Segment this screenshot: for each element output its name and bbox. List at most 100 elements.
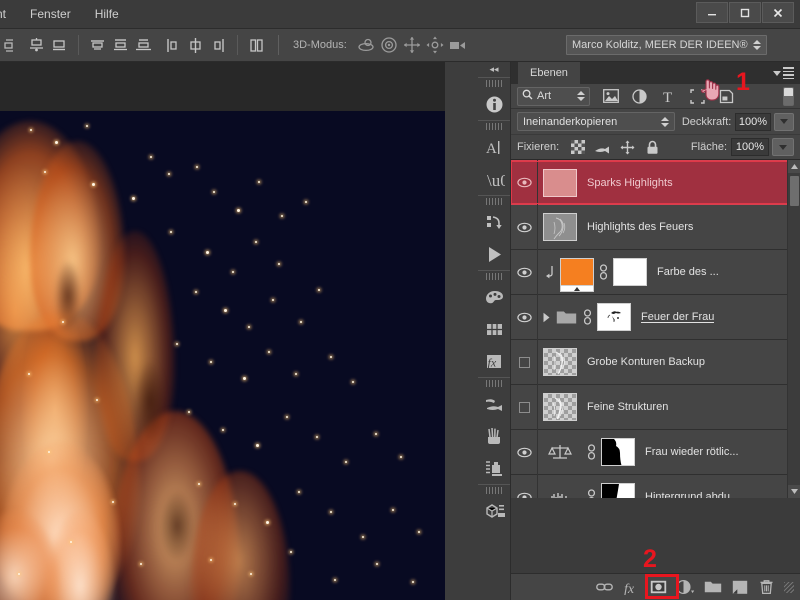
layer-name[interactable]: Highlights des Feuers [577, 221, 693, 233]
brush-panel-icon[interactable] [478, 388, 511, 420]
layer-visibility-toggle[interactable] [511, 160, 537, 205]
distribute-spacing-icon[interactable] [245, 34, 268, 57]
layer-name[interactable]: Hintergrund abdu... [635, 491, 739, 498]
dock-grip[interactable] [485, 80, 503, 87]
add-layer-mask-button[interactable] [645, 574, 672, 600]
layer-mask-thumbnail[interactable] [597, 303, 631, 331]
link-mask-icon[interactable] [582, 444, 601, 460]
filter-smartobject-icon[interactable] [718, 88, 735, 105]
table-row[interactable]: Grobe Konturen Backup [511, 339, 800, 385]
close-button[interactable] [762, 2, 794, 23]
3d-camera-icon[interactable] [447, 34, 470, 57]
layer-name[interactable]: Frau wieder rötlic... [635, 446, 739, 458]
blend-mode-select[interactable]: Ineinanderkopieren [517, 112, 675, 131]
layer-visibility-toggle[interactable] [511, 205, 537, 250]
panel-menu-icon[interactable] [773, 67, 794, 79]
fill-input[interactable]: 100% [731, 138, 769, 156]
layer-list-scrollbar[interactable] [787, 160, 800, 498]
color-panel-icon[interactable] [478, 281, 511, 313]
layer-visibility-toggle[interactable] [511, 250, 537, 295]
layer-kind-select[interactable]: Art [517, 86, 590, 106]
group-expand-arrow-icon[interactable] [538, 312, 554, 323]
table-row[interactable]: Feine Strukturen [511, 384, 800, 430]
tab-ebenen[interactable]: Ebenen [518, 62, 580, 84]
opacity-dropdown-button[interactable] [773, 112, 794, 131]
fill-dropdown-button[interactable] [772, 138, 794, 156]
distribute-left-icon[interactable] [161, 34, 184, 57]
table-row[interactable]: Feuer der Frau [511, 294, 800, 340]
align-middle-icon[interactable] [109, 34, 132, 57]
image-canvas[interactable] [0, 111, 445, 600]
styles-panel-icon[interactable]: fx [478, 345, 511, 377]
dock-collapse-button[interactable]: ◂◂ [478, 62, 510, 77]
dock-grip[interactable] [485, 123, 503, 130]
table-row[interactable]: Sparks Highlights [511, 160, 800, 205]
layer-thumbnail[interactable] [560, 258, 594, 292]
table-row[interactable]: Hintergrund abdu... [511, 474, 800, 498]
layer-visibility-toggle[interactable] [511, 385, 537, 430]
new-layer-button[interactable] [726, 574, 753, 600]
lock-transparency-icon[interactable] [568, 138, 587, 157]
lock-image-icon[interactable] [593, 138, 612, 157]
layer-name[interactable]: Feuer der Frau [631, 311, 714, 323]
levels-icon[interactable] [538, 489, 582, 498]
minimize-button[interactable] [696, 2, 728, 23]
author-preset-select[interactable]: Marco Kolditz, MEER DER IDEEN® [566, 35, 767, 55]
layer-list[interactable]: Sparks Highlights Highlights des Feuers [511, 160, 800, 498]
new-group-button[interactable] [699, 574, 726, 600]
link-mask-icon[interactable] [594, 264, 613, 280]
layer-visibility-toggle[interactable] [511, 340, 537, 385]
3d-slide-icon[interactable] [424, 34, 447, 57]
3d-orbit-icon[interactable] [355, 34, 378, 57]
distribute-right-icon[interactable] [207, 34, 230, 57]
layer-thumbnail[interactable] [543, 213, 577, 241]
scroll-down-button[interactable] [788, 485, 800, 498]
filter-pixel-icon[interactable] [602, 88, 619, 105]
paragraph-panel-icon[interactable]: \u00b6 [478, 163, 511, 195]
layer-name[interactable]: Sparks Highlights [577, 177, 673, 189]
dock-grip[interactable] [485, 198, 503, 205]
delete-layer-button[interactable] [753, 574, 780, 600]
maximize-button[interactable] [729, 2, 761, 23]
align-bottom-icon[interactable] [25, 34, 48, 57]
table-row[interactable]: Frau wieder rötlic... [511, 429, 800, 475]
opacity-input[interactable]: 100% [735, 112, 771, 131]
menu-item-hilfe[interactable]: Hilfe [83, 0, 131, 29]
dock-grip[interactable] [485, 487, 503, 494]
info-panel-icon[interactable] [478, 88, 511, 120]
actions-panel-icon[interactable] [478, 238, 511, 270]
dock-grip[interactable] [485, 380, 503, 387]
layer-mask-thumbnail[interactable] [613, 258, 647, 286]
scrollbar-thumb[interactable] [790, 176, 799, 206]
3d-pan-icon[interactable] [401, 34, 424, 57]
layer-visibility-toggle[interactable] [511, 430, 537, 475]
table-row[interactable]: Farbe des ... [511, 249, 800, 295]
link-mask-icon[interactable] [582, 489, 601, 498]
layer-name[interactable]: Feine Strukturen [577, 401, 668, 413]
panel-resize-grip[interactable] [784, 581, 794, 593]
link-layers-button[interactable] [591, 574, 618, 600]
layer-thumbnail[interactable] [543, 393, 577, 421]
dock-grip[interactable] [485, 273, 503, 280]
layer-thumbnail[interactable] [543, 348, 577, 376]
layer-mask-thumbnail[interactable] [601, 483, 635, 498]
lock-position-icon[interactable] [618, 138, 637, 157]
menu-item-fenster[interactable]: Fenster [18, 0, 83, 29]
layer-name[interactable]: Farbe des ... [647, 266, 719, 278]
color-balance-icon[interactable] [538, 443, 582, 461]
align-top-edges-icon[interactable] [48, 34, 71, 57]
menu-item-0[interactable]: nt [0, 0, 18, 29]
link-mask-icon[interactable] [578, 309, 597, 325]
layer-thumbnail[interactable] [543, 168, 577, 197]
filter-adjustment-icon[interactable] [631, 88, 648, 105]
brush-presets-panel-icon[interactable] [478, 420, 511, 452]
character-panel-icon[interactable]: A [478, 131, 511, 163]
layer-mask-thumbnail[interactable] [601, 438, 635, 466]
clone-source-panel-icon[interactable] [478, 452, 511, 484]
distribute-center-icon[interactable] [184, 34, 207, 57]
filter-shape-icon[interactable] [689, 88, 706, 105]
align-vertical-center-icon[interactable] [2, 34, 25, 57]
align-top-icon[interactable] [86, 34, 109, 57]
align-bottom-edges-icon[interactable] [132, 34, 155, 57]
scroll-up-button[interactable] [788, 160, 800, 173]
